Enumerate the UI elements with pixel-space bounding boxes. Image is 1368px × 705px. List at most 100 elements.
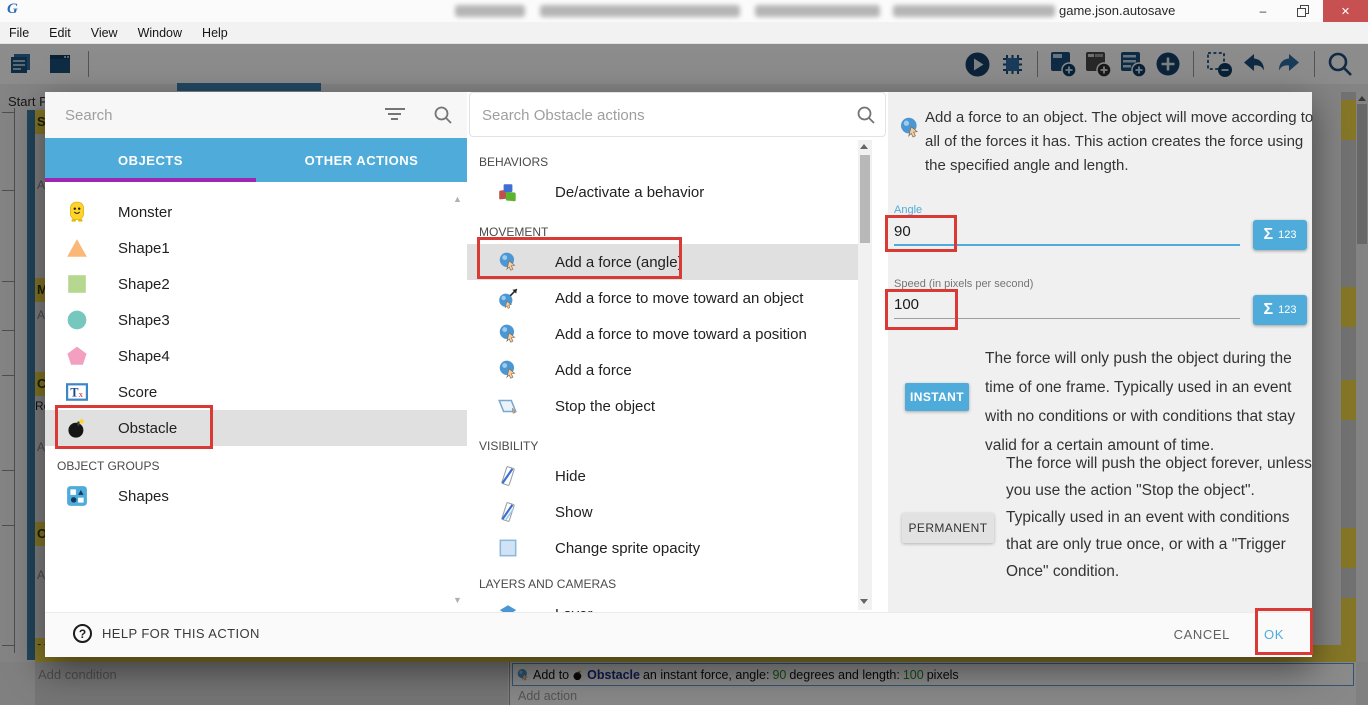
cancel-button[interactable]: CANCEL [1174, 627, 1230, 642]
menu-help[interactable]: Help [202, 26, 228, 40]
action-description: Add a force to an object. The object wil… [925, 106, 1317, 178]
object-row-shape4[interactable]: Shape4 [45, 338, 467, 374]
action-row-force-toward-position[interactable]: Add a force to move toward a position [467, 316, 858, 352]
monster-icon [66, 201, 88, 223]
scroll-up-icon[interactable]: ▲ [453, 194, 462, 204]
angle-field-label: Angle [894, 204, 922, 216]
speed-input[interactable] [894, 291, 1240, 319]
search-icon[interactable] [856, 105, 876, 125]
instant-description: The force will only push the object duri… [985, 344, 1315, 460]
stop-object-icon [497, 395, 519, 417]
action-selector-panel: BEHAVIORS De/activate a behavior MOVEMEN… [467, 92, 888, 612]
instant-button[interactable]: INSTANT [905, 383, 969, 411]
restore-icon [1297, 5, 1309, 17]
scroll-down-icon[interactable]: ▼ [453, 595, 462, 605]
redacted-title-text [455, 5, 525, 17]
angle-input[interactable] [894, 218, 1240, 246]
minimize-button[interactable]: – [1243, 0, 1283, 22]
bomb-icon [66, 417, 88, 439]
sigma-icon: Σ [1264, 226, 1274, 244]
object-row-obstacle[interactable]: Obstacle [45, 410, 467, 446]
pentagon-icon [66, 345, 88, 367]
menu-file[interactable]: File [9, 26, 29, 40]
action-editor-dialog: OBJECTS OTHER ACTIONS Monster Shape1 Sha… [45, 92, 1312, 657]
show-icon [497, 501, 519, 523]
svg-text:T: T [70, 385, 78, 399]
permanent-button[interactable]: PERMANENT [902, 513, 994, 543]
ok-button[interactable]: OK [1264, 627, 1284, 642]
layer-icon [497, 603, 519, 612]
force-icon [898, 116, 922, 140]
permanent-description: The force will push the object forever, … [1006, 450, 1318, 585]
menu-view[interactable]: View [91, 26, 118, 40]
object-selector-panel: OBJECTS OTHER ACTIONS Monster Shape1 Sha… [45, 92, 467, 612]
action-row-hide[interactable]: Hide [467, 458, 858, 494]
action-list: BEHAVIORS De/activate a behavior MOVEMEN… [467, 138, 888, 612]
section-header-layers: LAYERS AND CAMERAS [467, 572, 888, 596]
object-search-bar [45, 92, 467, 138]
force-toward-object-icon [497, 287, 519, 309]
tab-objects[interactable]: OBJECTS [45, 138, 256, 182]
gdevelop-window: Start P S A M A C Re A O A M Add conditi… [0, 0, 1368, 705]
action-row-layer[interactable]: Layer [467, 596, 858, 612]
scroll-down-icon[interactable] [860, 599, 868, 604]
window-title: game.json.autosave [1059, 3, 1175, 18]
force-icon [497, 251, 519, 273]
hide-icon [497, 465, 519, 487]
sigma-icon: Σ [1264, 301, 1274, 319]
opacity-icon [497, 537, 519, 559]
action-row-force-toward-object[interactable]: Add a force to move toward an object [467, 280, 858, 316]
object-tabs: OBJECTS OTHER ACTIONS [45, 138, 467, 182]
force-icon [497, 359, 519, 381]
section-header-behaviors: BEHAVIORS [467, 150, 888, 174]
circle-icon [66, 309, 88, 331]
action-row-deactivate-behavior[interactable]: De/activate a behavior [467, 174, 858, 210]
menu-window[interactable]: Window [138, 26, 182, 40]
scrollbar-thumb[interactable] [860, 155, 870, 243]
square-icon [66, 273, 88, 295]
object-row-shape2[interactable]: Shape2 [45, 266, 467, 302]
tab-other-actions[interactable]: OTHER ACTIONS [256, 138, 467, 182]
search-icon[interactable] [433, 105, 453, 125]
redacted-title-text [540, 5, 740, 17]
object-row-shape3[interactable]: Shape3 [45, 302, 467, 338]
force-toward-position-icon [497, 323, 519, 345]
close-button[interactable]: ✕ [1323, 0, 1368, 22]
restore-button[interactable] [1283, 0, 1323, 22]
triangle-icon [66, 237, 88, 259]
object-search-input[interactable] [65, 102, 355, 128]
behavior-icon [497, 181, 519, 203]
angle-expression-button[interactable]: Σ 123 [1253, 220, 1307, 250]
object-row-shape1[interactable]: Shape1 [45, 230, 467, 266]
menu-edit[interactable]: Edit [49, 26, 71, 40]
speed-expression-button[interactable]: Σ 123 [1253, 295, 1307, 325]
menu-bar: File Edit View Window Help [0, 22, 1368, 44]
action-row-show[interactable]: Show [467, 494, 858, 530]
section-header-visibility: VISIBILITY [467, 434, 888, 458]
redacted-title-text [755, 5, 880, 17]
gdevelop-logo: G [7, 1, 18, 18]
action-parameters-panel: Add a force to an object. The object wil… [888, 92, 1312, 612]
object-row-monster[interactable]: Monster [45, 194, 467, 230]
text-object-icon: Tx [66, 381, 88, 403]
scroll-up-icon[interactable] [860, 144, 868, 149]
action-search-input[interactable] [482, 102, 812, 128]
section-header-movement: MOVEMENT [467, 220, 888, 244]
action-search-bar [469, 92, 886, 137]
object-row-shapes-group[interactable]: Shapes [45, 478, 467, 514]
object-groups-header: OBJECT GROUPS [45, 454, 467, 478]
action-row-add-force-angle[interactable]: Add a force (angle) [467, 244, 858, 280]
object-group-icon [66, 485, 88, 507]
action-list-scrollbar[interactable] [858, 140, 872, 610]
filter-icon[interactable] [385, 108, 405, 122]
dialog-footer: ? HELP FOR THIS ACTION CANCEL OK [45, 612, 1312, 657]
object-list: Monster Shape1 Shape2 Shape3 Shape4 [45, 182, 467, 612]
redacted-title-text [893, 5, 1055, 17]
action-row-stop-object[interactable]: Stop the object [467, 388, 858, 424]
question-mark-icon: ? [73, 624, 92, 643]
action-row-add-force[interactable]: Add a force [467, 352, 858, 388]
object-row-score[interactable]: Tx Score [45, 374, 467, 410]
action-row-change-opacity[interactable]: Change sprite opacity [467, 530, 858, 566]
help-button[interactable]: ? HELP FOR THIS ACTION [73, 624, 260, 643]
svg-text:x: x [79, 389, 84, 399]
